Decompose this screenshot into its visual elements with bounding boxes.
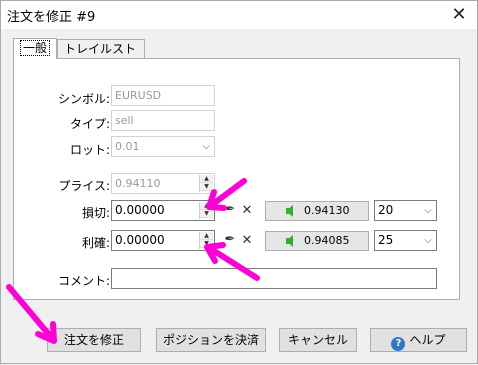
spin-up-icon: ▲ [200, 175, 213, 183]
stoploss-spinner[interactable]: ▲ ▼ [199, 202, 213, 219]
spin-up-icon[interactable]: ▲ [200, 232, 213, 240]
close-position-button[interactable]: ポジションを決済 [156, 328, 266, 352]
tab-trailing-stop[interactable]: トレイルストップ [57, 39, 145, 74]
takeprofit-points-select[interactable]: 25 ⌵ [374, 230, 437, 251]
modify-order-button[interactable]: 注文を修正 [47, 328, 141, 352]
clear-icon[interactable]: ✕ [240, 203, 254, 219]
takeprofit-label: 利確: [81, 236, 110, 250]
comment-input[interactable] [111, 268, 437, 289]
stoploss-points-value: 20 [378, 203, 394, 217]
stoploss-market-price: 0.94130 [304, 204, 350, 217]
stoploss-label: 損切: [81, 206, 110, 220]
symbol-field: EURUSD [111, 85, 215, 106]
comment-label: コメント: [57, 274, 110, 288]
window-title: 注文を修正 #9 [7, 10, 96, 25]
takeprofit-price-button[interactable]: 0.94085 [265, 231, 369, 251]
chevron-down-icon: ⌵ [424, 205, 432, 216]
arrow-left-icon [286, 205, 293, 217]
stoploss-price-button[interactable]: 0.94130 [265, 201, 369, 221]
help-label: ヘルプ [409, 333, 446, 347]
spin-down-icon[interactable]: ▼ [200, 240, 213, 248]
spin-down-icon[interactable]: ▼ [200, 210, 213, 218]
stoploss-value: 0.00000 [115, 203, 165, 217]
lot-select: 0.01 ⌵ [111, 136, 215, 157]
type-field: sell [111, 110, 215, 131]
price-value: 0.94110 [115, 177, 161, 190]
takeprofit-spinner[interactable]: ▲ ▼ [199, 232, 213, 249]
takeprofit-value: 0.00000 [115, 233, 165, 247]
tab-general-label: 一般 [20, 40, 51, 56]
price-label: プライス: [58, 179, 110, 193]
lot-value: 0.01 [115, 140, 140, 153]
stoploss-input[interactable]: 0.00000 ▲ ▼ [111, 200, 215, 221]
title-bar: 注文を修正 #9 ✕ [1, 1, 477, 29]
price-spinner: ▲ ▼ [199, 175, 213, 192]
chevron-down-icon: ⌵ [202, 141, 210, 152]
cancel-button[interactable]: キャンセル [279, 328, 357, 352]
symbol-label: シンボル: [57, 92, 110, 106]
stoploss-points-select[interactable]: 20 ⌵ [374, 200, 437, 221]
pick-price-icon[interactable]: ✒ [223, 202, 237, 218]
takeprofit-market-price: 0.94085 [304, 234, 350, 247]
clear-icon[interactable]: ✕ [240, 233, 254, 249]
takeprofit-points-value: 25 [378, 233, 394, 247]
chevron-down-icon: ⌵ [424, 235, 432, 246]
lot-label: ロット: [69, 143, 110, 157]
modify-order-dialog: 注文を修正 #9 ✕ 一般 トレイルストップ シンボル: EURUSD タイプ:… [0, 0, 478, 364]
help-icon: ? [391, 337, 406, 351]
takeprofit-input[interactable]: 0.00000 ▲ ▼ [111, 230, 215, 251]
arrow-left-icon [286, 235, 293, 247]
pick-price-icon[interactable]: ✒ [223, 232, 237, 248]
general-panel: シンボル: EURUSD タイプ: sell ロット: 0.01 ⌵ プライス:… [13, 58, 460, 300]
price-field: 0.94110 ▲ ▼ [111, 173, 215, 194]
spin-up-icon[interactable]: ▲ [200, 202, 213, 210]
tab-general[interactable]: 一般 [13, 38, 57, 59]
type-label: タイプ: [69, 117, 110, 131]
help-button[interactable]: ? ヘルプ [370, 328, 467, 352]
close-icon[interactable]: ✕ [447, 3, 471, 27]
spin-down-icon: ▼ [200, 183, 213, 191]
